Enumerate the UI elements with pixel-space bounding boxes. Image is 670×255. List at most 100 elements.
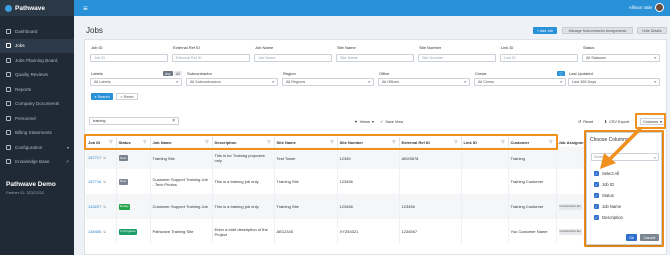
ok-button[interactable]: Ok: [626, 234, 637, 241]
job-name-cell: Customer Support Training Job - Tech Pho…: [150, 169, 213, 194]
csv-export-label: CSV Export: [609, 119, 630, 124]
hide-details-button[interactable]: Hide Details: [637, 27, 667, 34]
chevron-down-icon: ▾: [560, 80, 562, 84]
external-link-icon[interactable]: ⧉: [103, 180, 106, 184]
job-name-label: Job Name: [255, 45, 274, 50]
search-button[interactable]: ⌕ Search: [91, 93, 113, 100]
sidebar-item-label: Knowledge Base: [15, 159, 50, 165]
table-row[interactable]: 157717 ⧉ New Training Site This is for Tr…: [86, 147, 587, 169]
subcontractor-select[interactable]: All Subcontractors ▾: [186, 78, 278, 86]
sidebar-item-configuration[interactable]: Configuration ▾: [0, 140, 74, 155]
user-name[interactable]: Allison Vale: [629, 5, 652, 10]
sidebar-item-personnel[interactable]: Personnel: [0, 111, 74, 126]
description-cell: This is a training job only.: [212, 169, 275, 194]
external-link-icon[interactable]: ⧉: [103, 205, 106, 209]
table-row[interactable]: 143227 ⧉ Ready Customer Support Training …: [86, 194, 587, 219]
popup-title: Choose Columns: [590, 137, 629, 143]
brand[interactable]: Pathwave: [0, 0, 74, 16]
external-link-icon[interactable]: ⧉: [103, 156, 106, 160]
external-ref-cell: ABX5678: [399, 147, 462, 169]
job-id-link[interactable]: 157716: [88, 179, 101, 184]
status-filter-select[interactable]: All Statuses ▾: [582, 54, 660, 62]
job-id-link[interactable]: 157717: [88, 155, 101, 160]
job-id-link[interactable]: 138455: [88, 229, 101, 234]
col-job-assignment[interactable]: Job Assignm: [556, 137, 586, 147]
external-ref-id-input[interactable]: External Ref ID: [172, 54, 250, 62]
sidebar-item-dashboard[interactable]: Dashboard: [0, 24, 74, 39]
job-id-input[interactable]: Job ID: [90, 54, 168, 62]
external-ref-cell: [399, 169, 462, 194]
add-job-button[interactable]: + Add Job: [533, 27, 557, 34]
hamburger-menu-icon[interactable]: ≡: [83, 4, 88, 13]
crews-label: Crews: [475, 71, 487, 76]
reset-filters-button[interactable]: × Reset: [116, 93, 138, 100]
sidebar-item-knowledge-base[interactable]: Knowledge Base ↗: [0, 155, 74, 170]
checkbox-checked-icon[interactable]: ✓: [594, 182, 599, 187]
region-select[interactable]: All Regions ▾: [282, 78, 374, 86]
checkbox-checked-icon[interactable]: ✓: [594, 171, 599, 176]
status-filter-label: Status: [583, 45, 595, 50]
last-updated-select[interactable]: Last 365 Days ▾: [568, 78, 660, 86]
views-dropdown[interactable]: ▼ Views ▾: [354, 118, 374, 125]
description-cell: Enter a brief description of the Project: [212, 219, 275, 244]
sidebar-item-quality-reviews[interactable]: Quality Reviews: [0, 68, 74, 83]
labels-all-toggle[interactable]: All: [174, 71, 182, 76]
job-id-link[interactable]: 143227: [88, 204, 101, 209]
customer-cell: Training: [508, 147, 557, 169]
crews-info-icon[interactable]: ⓘ: [557, 71, 565, 76]
site-number-input[interactable]: Site Number: [418, 54, 496, 62]
checkbox-checked-icon[interactable]: ✓: [594, 204, 599, 209]
sidebar-item-reports[interactable]: Reports: [0, 82, 74, 97]
subcontractor-value: All Subcontractors: [190, 80, 221, 84]
assignment-cell: [556, 169, 587, 194]
table-row[interactable]: 157716 ⧉ New Customer Support Training Jo…: [86, 169, 587, 194]
sidebar-item-company-documents[interactable]: Company Documents: [0, 97, 74, 112]
sidebar-item-jobs[interactable]: Jobs: [0, 38, 74, 53]
column-search-input[interactable]: Search... ⌕: [591, 153, 659, 161]
option-job-name[interactable]: ✓ Job Name: [594, 204, 621, 209]
columns-highlight: [635, 113, 666, 129]
labels-select[interactable]: All Labels ▾: [90, 78, 182, 86]
chart-icon: [6, 86, 11, 92]
sidebar-item-label: Billing Statements: [15, 130, 52, 136]
csv-export-button[interactable]: ⬇ CSV Export: [604, 118, 629, 125]
link-id-input[interactable]: Link ID: [500, 54, 578, 62]
clear-search-icon[interactable]: ×: [172, 118, 175, 124]
chevron-down-icon: ▾: [272, 80, 274, 84]
site-name-input[interactable]: Site Name: [336, 54, 414, 62]
table-search-input[interactable]: training ×: [89, 117, 179, 125]
region-value: All Regions: [286, 80, 306, 84]
search-button-label: Search: [97, 94, 110, 99]
option-status[interactable]: ✓ Status: [594, 193, 614, 198]
table-row[interactable]: 138455 ⧉ In Progress Pathwave Training Si…: [86, 219, 587, 244]
external-link-icon[interactable]: ⧉: [103, 230, 106, 234]
site-number-cell: XYZ54321: [337, 219, 400, 244]
close-icon: ×: [120, 94, 123, 99]
sidebar-item-label: Dashboard: [15, 28, 38, 34]
option-select-all[interactable]: ✓ Select All: [594, 171, 619, 176]
sidebar-item-jobs-planning-board[interactable]: Jobs Planning Board: [0, 53, 74, 68]
cancel-button[interactable]: Cancel: [640, 234, 659, 241]
sidebar-item-billing-statements[interactable]: Billing Statements: [0, 126, 74, 141]
save-view-button[interactable]: ✓ Save View: [380, 118, 403, 125]
dashboard-icon: [6, 28, 11, 34]
checkbox-checked-icon[interactable]: ✓: [594, 193, 599, 198]
reset-view-button[interactable]: ↺ Reset: [578, 118, 593, 125]
labels-any-toggle[interactable]: Any: [163, 71, 173, 76]
office-select[interactable]: All Offices ▾: [378, 78, 470, 86]
option-description[interactable]: ✓ Description: [594, 215, 623, 220]
header-highlight: [84, 134, 558, 150]
job-id-placeholder: Job ID: [94, 56, 105, 60]
manage-subcontractor-assignments-button[interactable]: Manage Subcontractor Assignments: [562, 27, 633, 34]
option-job-id[interactable]: ✓ Job ID: [594, 182, 614, 187]
choose-columns-popup: Choose Columns Search... ⌕ ✓ Select All ✓ J…: [586, 132, 662, 245]
book-icon: [6, 159, 11, 165]
checkbox-checked-icon[interactable]: ✓: [594, 215, 599, 220]
last-updated-label: Last Updated: [569, 71, 593, 76]
avatar[interactable]: [655, 3, 664, 12]
crews-select[interactable]: All Crews ▾: [474, 78, 566, 86]
link-id-cell: [461, 219, 509, 244]
job-name-input[interactable]: Job Name: [254, 54, 332, 62]
chevron-down-icon: ▾: [654, 80, 656, 84]
brand-name: Pathwave: [15, 4, 45, 12]
